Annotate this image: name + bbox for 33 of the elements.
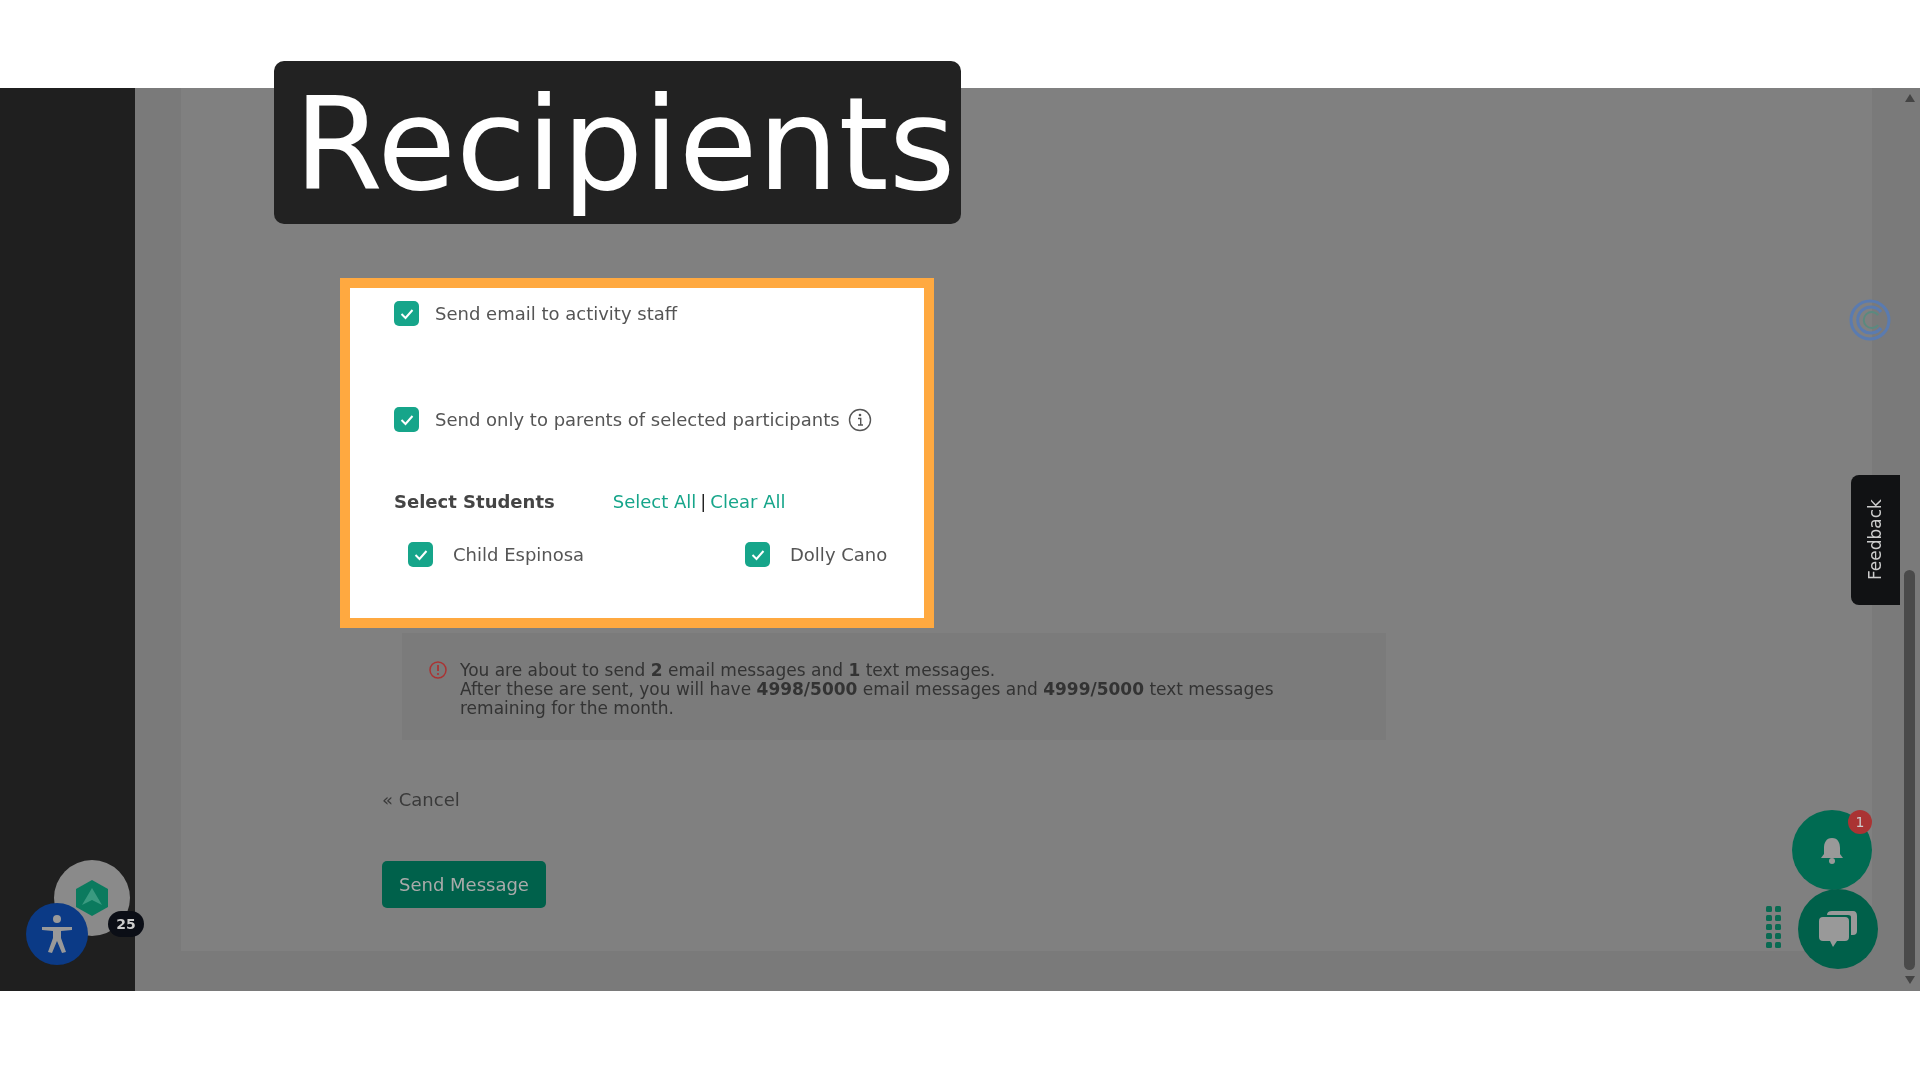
clear-all-link[interactable]: Clear All [710, 488, 786, 515]
info-icon[interactable] [847, 407, 872, 432]
notice-text: After these are sent, you will have 4998/5000 email messages and 4999/5000 text messages remaining for the month. [460, 680, 1275, 719]
section-label: Select Students [394, 490, 555, 514]
send-message-button[interactable]: Send Message [382, 861, 546, 909]
feedback-tab[interactable]: Feedback [1851, 475, 1900, 605]
accessibility-icon [39, 914, 75, 954]
count-badge: 25 [108, 911, 144, 937]
scroll-up-icon[interactable] [1905, 94, 1915, 102]
cancel-link[interactable]: « Cancel [382, 786, 460, 814]
checkbox[interactable] [408, 542, 433, 567]
title-caption: Recipients [274, 61, 961, 224]
grid-dots-icon[interactable] [1766, 906, 1782, 950]
check-icon [750, 548, 765, 561]
select-all-link[interactable]: Select All [612, 488, 697, 515]
scrollbar-thumb[interactable] [1904, 570, 1915, 970]
option-label: Send email to activity staff [435, 302, 678, 326]
student-name: Dolly Cano [790, 543, 888, 567]
check-icon [413, 548, 428, 561]
alert-icon [428, 660, 448, 680]
check-icon [399, 413, 414, 426]
option-label: Send only to parents of selected participants [435, 408, 840, 432]
checkbox[interactable] [394, 301, 419, 326]
student-name: Child Espinosa [453, 543, 585, 567]
checkbox[interactable] [745, 542, 770, 567]
hexagon-logo-icon [74, 879, 110, 917]
chat-icon [1817, 909, 1859, 949]
scroll-down-icon[interactable] [1905, 976, 1915, 984]
check-icon [399, 307, 414, 320]
checkbox[interactable] [394, 407, 419, 432]
bell-icon [1819, 836, 1845, 864]
notice-text: You are about to send 2 email messages and 1 text messages. [460, 661, 997, 681]
separator: | [700, 490, 707, 514]
